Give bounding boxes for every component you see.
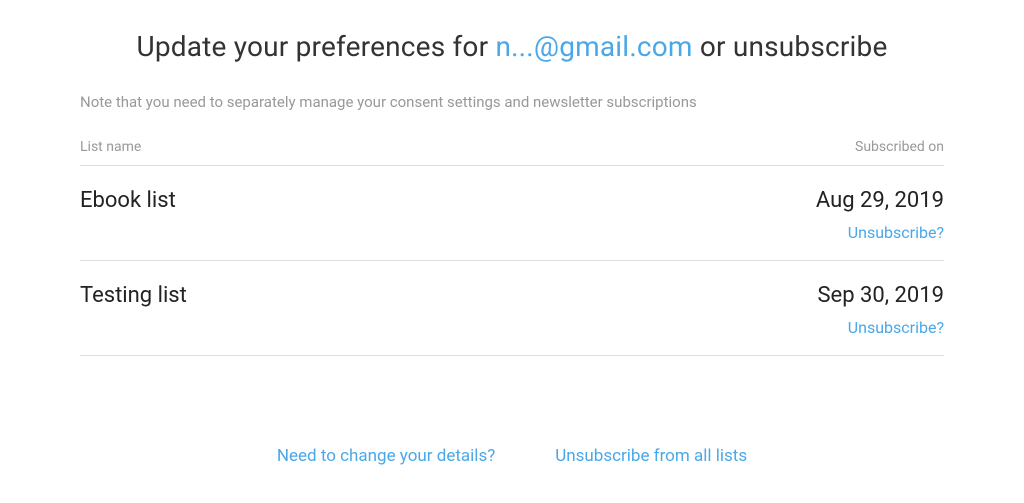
unsubscribe-link[interactable]: Unsubscribe? <box>848 223 944 242</box>
page-title: Update your preferences for n...@gmail.c… <box>80 30 944 63</box>
column-list-name: List name <box>80 139 141 155</box>
unsubscribe-link[interactable]: Unsubscribe? <box>848 318 944 337</box>
change-details-link[interactable]: Need to change your details? <box>277 446 495 466</box>
table-header: List name Subscribed on <box>80 139 944 166</box>
footer-links: Need to change your details? Unsubscribe… <box>80 446 944 466</box>
list-name: Testing list <box>80 283 187 308</box>
title-prefix: Update your preferences for <box>136 30 495 63</box>
column-subscribed-on: Subscribed on <box>855 139 944 155</box>
consent-note: Note that you need to separately manage … <box>80 93 944 111</box>
subscription-row: Testing list Sep 30, 2019 Unsubscribe? <box>80 261 944 356</box>
list-name: Ebook list <box>80 188 176 213</box>
unsubscribe-all-link[interactable]: Unsubscribe from all lists <box>555 446 747 466</box>
title-suffix: or unsubscribe <box>693 30 888 63</box>
email-link[interactable]: n...@gmail.com <box>495 30 692 63</box>
subscribed-date: Sep 30, 2019 <box>817 283 944 308</box>
subscribed-date: Aug 29, 2019 <box>816 188 944 213</box>
subscription-row: Ebook list Aug 29, 2019 Unsubscribe? <box>80 166 944 261</box>
